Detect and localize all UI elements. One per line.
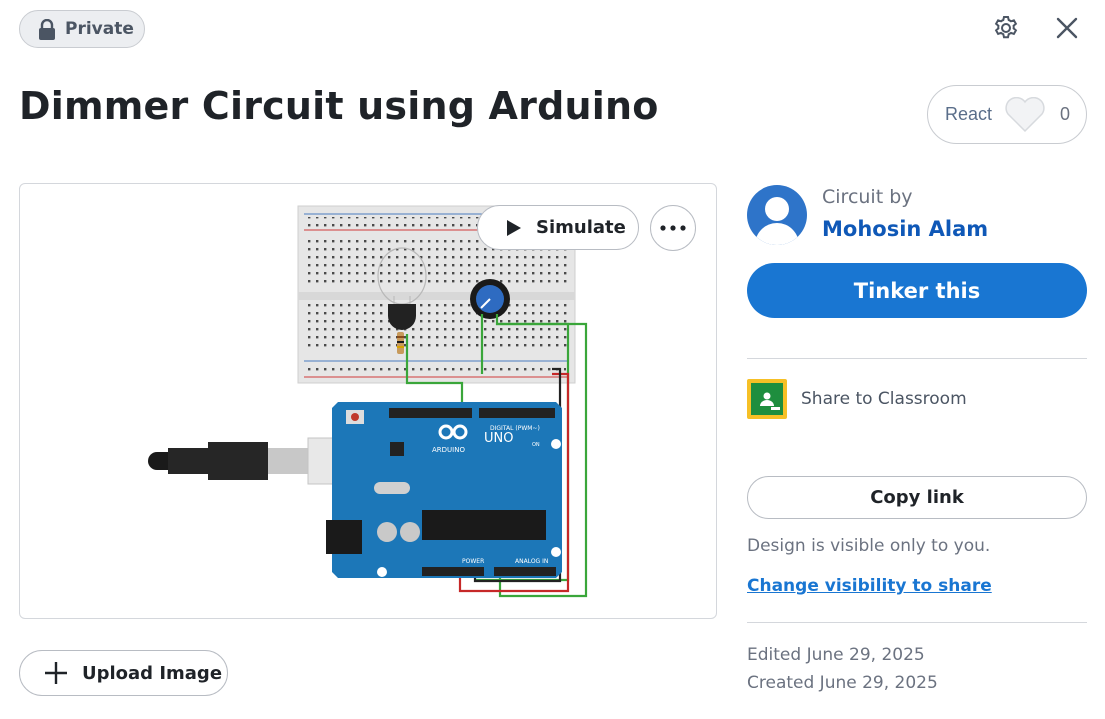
- board-on-text: ON: [532, 442, 540, 448]
- more-options-icon: [660, 225, 686, 231]
- avatar[interactable]: [747, 185, 807, 245]
- resistor: [397, 332, 404, 354]
- edited-date: Edited June 29, 2025: [747, 645, 925, 665]
- circuit-preview[interactable]: ARDUINO UNO DIGITAL (PWM~) POWER ANALOG …: [19, 183, 717, 619]
- close-button[interactable]: [1051, 12, 1083, 44]
- created-date: Created June 29, 2025: [747, 673, 938, 693]
- share-to-classroom-label: Share to Classroom: [801, 389, 967, 409]
- upload-image-label: Upload Image: [82, 662, 223, 684]
- react-button[interactable]: React 0: [927, 85, 1087, 144]
- board-digital-text: DIGITAL (PWM~): [490, 425, 540, 432]
- board-brand-text: ARDUINO: [432, 446, 465, 454]
- plus-icon: [45, 662, 67, 684]
- page-title: Dimmer Circuit using Arduino: [19, 84, 659, 128]
- potentiometer: [470, 279, 510, 319]
- google-classroom-icon: [747, 379, 787, 419]
- user-icon: [755, 197, 799, 245]
- more-options-button[interactable]: [650, 205, 696, 251]
- arduino-board: ARDUINO UNO DIGITAL (PWM~) POWER ANALOG …: [326, 402, 562, 578]
- board-analog-text: ANALOG IN: [515, 558, 548, 565]
- privacy-badge[interactable]: Private: [19, 10, 145, 48]
- simulate-label: Simulate: [536, 217, 626, 238]
- gear-icon: [994, 16, 1018, 39]
- divider: [747, 358, 1087, 359]
- privacy-label: Private: [65, 19, 134, 39]
- upload-image-button[interactable]: Upload Image: [19, 650, 228, 696]
- react-label: React: [945, 104, 993, 124]
- simulate-button[interactable]: Simulate: [477, 205, 639, 250]
- react-count: 0: [1060, 104, 1071, 124]
- close-icon: [1056, 17, 1078, 39]
- visibility-note: Design is visible only to you.: [747, 536, 991, 556]
- change-visibility-link[interactable]: Change visibility to share: [747, 576, 992, 596]
- board-uno-text: UNO: [484, 431, 513, 446]
- copy-link-button[interactable]: Copy link: [747, 476, 1087, 519]
- author-name-link[interactable]: Mohosin Alam: [822, 217, 988, 241]
- play-icon: [507, 219, 521, 236]
- usb-cable: [148, 437, 361, 485]
- lock-icon: [39, 18, 55, 40]
- share-to-classroom-button[interactable]: Share to Classroom: [747, 379, 967, 419]
- divider: [747, 622, 1087, 623]
- board-power-text: POWER: [462, 558, 484, 565]
- tinker-this-button[interactable]: Tinker this: [747, 263, 1087, 318]
- heart-icon: [1005, 96, 1045, 132]
- author-prefix: Circuit by: [822, 186, 913, 208]
- settings-button[interactable]: [990, 12, 1022, 44]
